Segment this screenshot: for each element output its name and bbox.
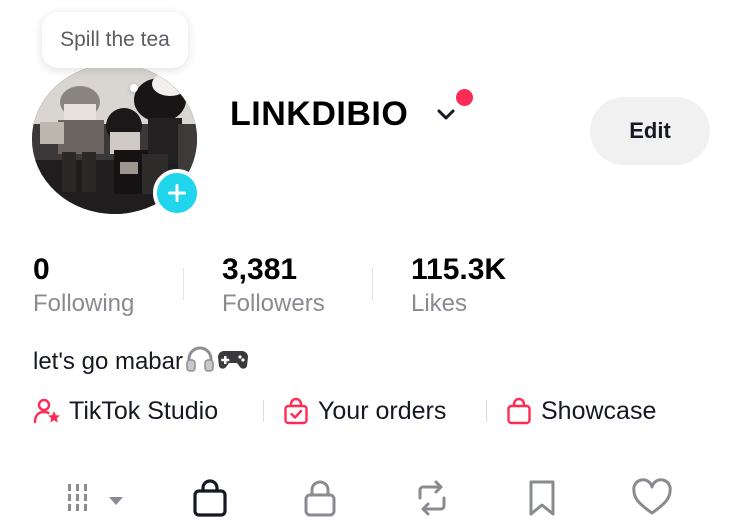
- note-bubble-tail: [130, 84, 138, 92]
- profile-username[interactable]: LINKDIBIO: [230, 95, 408, 134]
- stat-divider: [183, 268, 184, 300]
- notification-dot: [456, 89, 473, 106]
- following-count: 0: [33, 253, 50, 286]
- tab-favorites[interactable]: [520, 476, 564, 520]
- showcase-link[interactable]: Showcase: [505, 392, 656, 430]
- bio-text: let's go mabar: [33, 348, 183, 375]
- your-orders-link[interactable]: Your orders: [282, 392, 446, 430]
- tab-reposts[interactable]: [410, 476, 454, 520]
- likes-label: Likes: [411, 290, 468, 317]
- showcase-label: Showcase: [541, 396, 657, 425]
- orders-bag-icon: [284, 397, 308, 425]
- headphones-icon: [185, 345, 215, 380]
- repost-icon: [418, 480, 446, 516]
- plus-icon: [168, 184, 186, 202]
- bookmark-icon: [529, 480, 555, 516]
- stat-followers[interactable]: 3,381 Followers: [222, 252, 325, 319]
- lock-icon: [304, 480, 336, 517]
- tab-shop[interactable]: [188, 476, 232, 520]
- tab-private[interactable]: [298, 476, 342, 520]
- following-label: Following: [33, 290, 135, 317]
- link-divider: [263, 400, 264, 422]
- tab-videos[interactable]: [64, 476, 128, 520]
- tiktok-studio-label: TikTok Studio: [69, 396, 219, 425]
- followers-count: 3,381: [222, 253, 298, 286]
- profile-bio[interactable]: let's go mabar: [33, 342, 249, 382]
- your-orders-label: Your orders: [318, 396, 447, 425]
- stat-divider: [372, 268, 373, 300]
- stat-following[interactable]: 0 Following: [33, 252, 134, 319]
- heart-icon: [632, 478, 672, 515]
- creator-studio-icon: [33, 398, 60, 424]
- note-bubble[interactable]: Spill the tea: [42, 12, 188, 68]
- chevron-down-icon[interactable]: [436, 108, 456, 122]
- tiktok-studio-link[interactable]: TikTok Studio: [33, 392, 218, 430]
- videos-grid-icon: [68, 484, 123, 511]
- stat-likes[interactable]: 115.3K Likes: [411, 252, 506, 319]
- shop-bag-icon: [193, 479, 227, 517]
- add-avatar-button[interactable]: [153, 169, 201, 217]
- followers-label: Followers: [222, 290, 325, 317]
- note-text: Spill the tea: [60, 28, 170, 51]
- edit-profile-button[interactable]: Edit: [590, 97, 710, 165]
- game-controller-icon: [217, 346, 249, 379]
- likes-count: 115.3K: [411, 253, 507, 286]
- link-divider: [486, 400, 487, 422]
- showcase-bag-icon: [507, 397, 531, 425]
- tab-liked[interactable]: [630, 476, 674, 520]
